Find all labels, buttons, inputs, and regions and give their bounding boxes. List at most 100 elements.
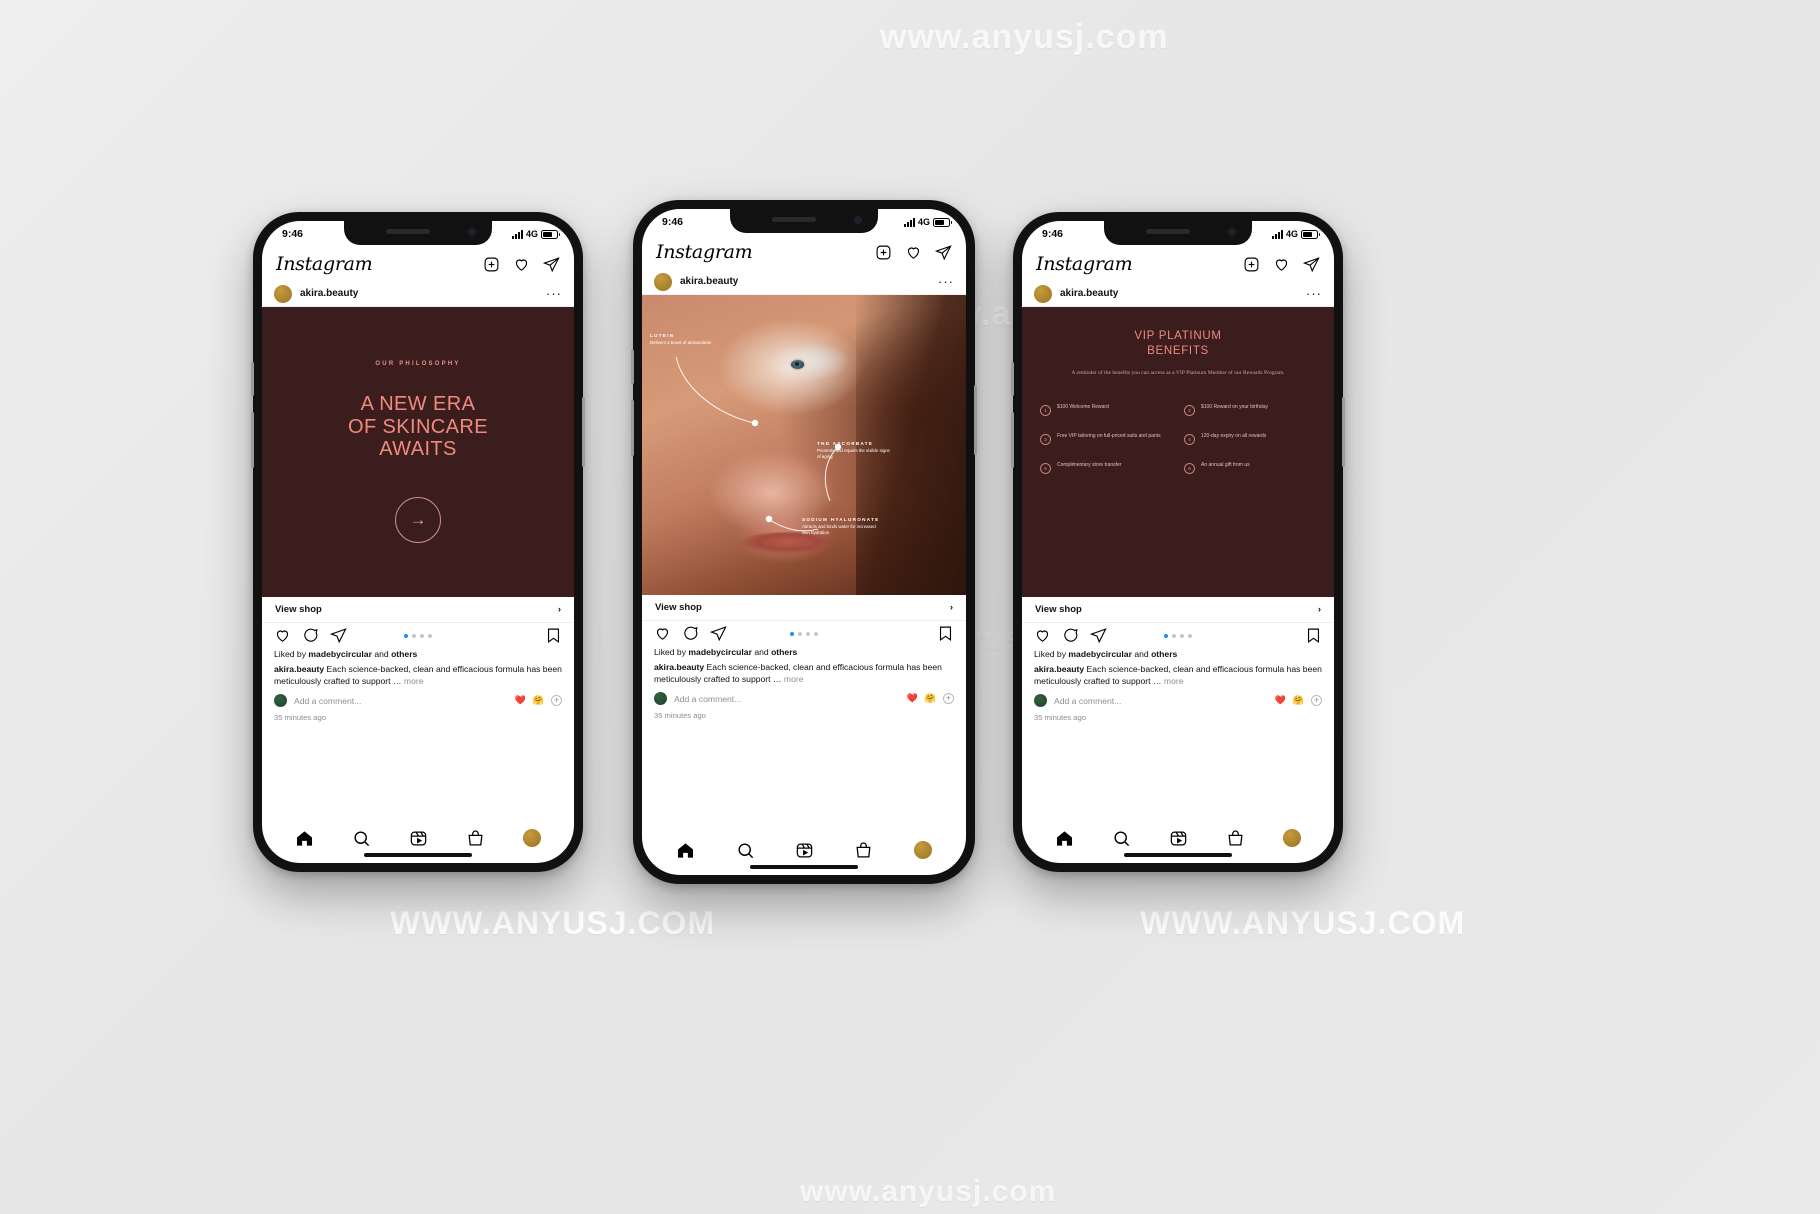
- vip-benefit-item: 2 $100 Reward on your birthday: [1184, 404, 1316, 417]
- bookmark-icon[interactable]: [545, 627, 562, 644]
- carousel-dot[interactable]: [420, 633, 424, 638]
- like-icon[interactable]: [1034, 627, 1051, 644]
- instagram-logo: Instagram: [276, 253, 373, 275]
- comment-icon[interactable]: [1062, 627, 1079, 644]
- post-menu-icon[interactable]: ···: [1306, 287, 1322, 300]
- add-emoji-icon[interactable]: +: [1311, 695, 1322, 707]
- home-icon[interactable]: [1055, 829, 1074, 848]
- post-username[interactable]: akira.beauty: [680, 276, 930, 287]
- like-icon[interactable]: [274, 627, 291, 644]
- carousel-dot[interactable]: [1164, 633, 1168, 638]
- post-header: akira.beauty ···: [642, 269, 966, 295]
- carousel-dot[interactable]: [790, 631, 794, 636]
- add-emoji-icon[interactable]: +: [943, 693, 954, 705]
- bookmark-icon[interactable]: [1305, 627, 1322, 644]
- comment-row[interactable]: Add a comment... ❤️ 🤗 +: [1022, 687, 1334, 708]
- carousel-dot[interactable]: [1172, 633, 1176, 638]
- caption-username[interactable]: akira.beauty: [1034, 664, 1084, 674]
- comment-input[interactable]: Add a comment...: [294, 696, 508, 706]
- avatar[interactable]: [1034, 284, 1052, 303]
- emoji-hug-icon[interactable]: 🤗: [925, 693, 936, 704]
- comment-row[interactable]: Add a comment... ❤️ 🤗 +: [262, 687, 574, 708]
- carousel-dot[interactable]: [798, 631, 802, 636]
- profile-avatar[interactable]: [913, 841, 932, 859]
- caption-username[interactable]: akira.beauty: [274, 664, 324, 674]
- share-icon[interactable]: [710, 625, 727, 642]
- carousel-dot[interactable]: [814, 631, 818, 636]
- avatar[interactable]: [654, 272, 672, 291]
- home-icon[interactable]: [295, 829, 314, 848]
- comment-input[interactable]: Add a comment...: [674, 694, 900, 704]
- carousel-dot[interactable]: [1180, 633, 1184, 638]
- bookmark-icon[interactable]: [937, 625, 954, 642]
- carousel-dots: [404, 633, 432, 638]
- liked-others[interactable]: others: [771, 647, 797, 657]
- front-camera: [1228, 228, 1236, 236]
- paper-plane-icon[interactable]: [543, 256, 560, 273]
- view-shop-row[interactable]: View shop ›: [1022, 597, 1334, 623]
- avatar[interactable]: [274, 284, 292, 303]
- slide-portrait: LUTEIN Delivers a boost of antioxidants …: [642, 295, 966, 595]
- plus-square-icon[interactable]: [483, 256, 500, 273]
- add-emoji-icon[interactable]: +: [551, 695, 562, 707]
- search-icon[interactable]: [736, 841, 755, 860]
- emoji-hug-icon[interactable]: 🤗: [1293, 695, 1304, 706]
- search-icon[interactable]: [1112, 829, 1131, 848]
- profile-avatar[interactable]: [1283, 829, 1301, 847]
- post-menu-icon[interactable]: ···: [546, 287, 562, 300]
- arrow-right-icon[interactable]: →: [395, 496, 441, 543]
- paper-plane-icon[interactable]: [1303, 256, 1320, 273]
- view-shop-row[interactable]: View shop ›: [642, 595, 966, 621]
- heart-icon[interactable]: [905, 244, 922, 261]
- shop-bag-icon[interactable]: [466, 829, 485, 848]
- home-icon[interactable]: [676, 841, 695, 860]
- liked-others[interactable]: others: [1151, 649, 1177, 659]
- share-icon[interactable]: [330, 627, 347, 644]
- search-icon[interactable]: [352, 829, 371, 848]
- emoji-heart-icon[interactable]: ❤️: [907, 693, 918, 704]
- paper-plane-icon[interactable]: [935, 244, 952, 261]
- share-icon[interactable]: [1090, 627, 1107, 644]
- vip-benefit-text: 120-day expiry on all rewards: [1201, 433, 1267, 440]
- heart-icon[interactable]: [513, 256, 530, 273]
- carousel-dot[interactable]: [412, 633, 416, 638]
- carousel-dot[interactable]: [806, 631, 810, 636]
- post-username[interactable]: akira.beauty: [1060, 288, 1298, 299]
- liked-username[interactable]: madebycircular: [688, 647, 752, 657]
- liked-username[interactable]: madebycircular: [308, 649, 372, 659]
- comment-icon[interactable]: [682, 625, 699, 642]
- post-username[interactable]: akira.beauty: [300, 288, 538, 299]
- caption-more-link[interactable]: more: [784, 674, 804, 684]
- comment-row[interactable]: Add a comment... ❤️ 🤗 +: [642, 685, 966, 706]
- caption-more-link[interactable]: more: [404, 676, 424, 686]
- liked-others[interactable]: others: [391, 649, 417, 659]
- status-time: 9:46: [282, 228, 304, 240]
- reels-icon[interactable]: [795, 841, 814, 860]
- post-media[interactable]: VIP PLATINUM BENEFITS A reminder of the …: [1022, 307, 1334, 597]
- carousel-dot[interactable]: [1188, 633, 1192, 638]
- shop-bag-icon[interactable]: [854, 841, 873, 860]
- emoji-heart-icon[interactable]: ❤️: [515, 695, 526, 706]
- view-shop-row[interactable]: View shop ›: [262, 597, 574, 623]
- carousel-dot[interactable]: [428, 633, 432, 638]
- comment-icon[interactable]: [302, 627, 319, 644]
- profile-avatar[interactable]: [523, 829, 541, 847]
- caption-username[interactable]: akira.beauty: [654, 662, 704, 672]
- reels-icon[interactable]: [1169, 829, 1188, 848]
- emoji-hug-icon[interactable]: 🤗: [533, 695, 544, 706]
- post-media[interactable]: OUR PHILOSOPHY A NEW ERA OF SKINCARE AWA…: [262, 307, 574, 597]
- heart-icon[interactable]: [1273, 256, 1290, 273]
- post-media[interactable]: LUTEIN Delivers a boost of antioxidants …: [642, 295, 966, 595]
- caption-more-link[interactable]: more: [1164, 676, 1184, 686]
- liked-by-text: Liked by madebycircular and others: [1034, 648, 1322, 661]
- plus-square-icon[interactable]: [1243, 256, 1260, 273]
- emoji-heart-icon[interactable]: ❤️: [1275, 695, 1286, 706]
- post-menu-icon[interactable]: ···: [938, 275, 954, 288]
- like-icon[interactable]: [654, 625, 671, 642]
- carousel-dot[interactable]: [404, 633, 408, 638]
- plus-square-icon[interactable]: [875, 244, 892, 261]
- shop-bag-icon[interactable]: [1226, 829, 1245, 848]
- reels-icon[interactable]: [409, 829, 428, 848]
- liked-username[interactable]: madebycircular: [1068, 649, 1132, 659]
- comment-input[interactable]: Add a comment...: [1054, 696, 1268, 706]
